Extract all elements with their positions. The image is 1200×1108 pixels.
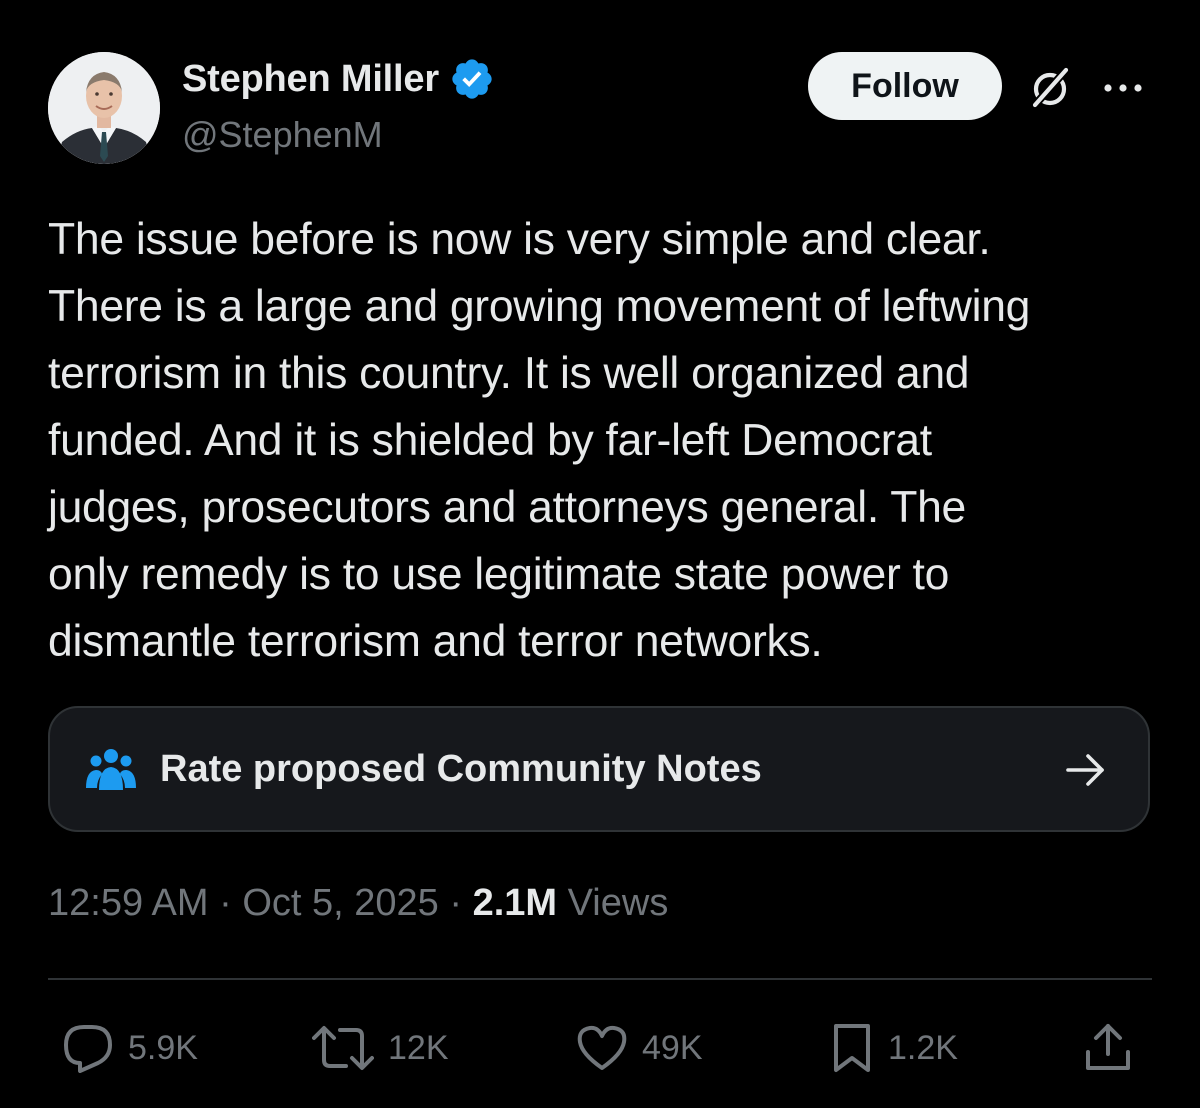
like-button[interactable]: 49K: [576, 1022, 703, 1074]
more-icon[interactable]: [1100, 78, 1146, 98]
tweet-text-line: terrorism in this country. It is well or…: [48, 349, 970, 398]
views-label: Views: [567, 882, 669, 924]
retweet-icon: [312, 1026, 374, 1070]
follow-button[interactable]: Follow: [808, 52, 1002, 120]
bookmark-count: 1.2K: [888, 1028, 958, 1067]
verified-badge-icon: [452, 59, 492, 99]
retweet-button[interactable]: 12K: [312, 1022, 449, 1074]
tweet: Stephen Miller @StephenM Follow The issu…: [0, 0, 1200, 1108]
tweet-text-line: There is a large and growing movement of…: [48, 282, 1031, 331]
tweet-text-line: judges, prosecutors and attorneys genera…: [48, 483, 966, 532]
views-count: 2.1M: [472, 882, 558, 924]
tweet-text-line: only remedy is to use legitimate state p…: [48, 550, 950, 599]
share-icon[interactable]: [1084, 1022, 1132, 1072]
author-display-name[interactable]: Stephen Miller: [182, 58, 439, 101]
tweet-text-line: dismantle terrorism and terror networks.: [48, 617, 823, 666]
bookmark-button[interactable]: 1.2K: [830, 1022, 958, 1074]
like-count: 49K: [642, 1028, 703, 1067]
meta-separator: ·: [219, 882, 232, 924]
reply-icon: [64, 1025, 112, 1073]
community-notes-button[interactable]: Rate proposed Community Notes: [48, 706, 1150, 832]
avatar-image: [48, 52, 160, 164]
tweet-text-line: funded. And it is shielded by far-left D…: [48, 416, 932, 465]
tweet-time[interactable]: 12:59 AM: [48, 882, 209, 924]
avatar[interactable]: [48, 52, 160, 164]
grok-icon[interactable]: [1026, 64, 1074, 112]
divider: [48, 978, 1152, 980]
reply-count: 5.9K: [128, 1028, 198, 1067]
tweet-date[interactable]: Oct 5, 2025: [242, 882, 438, 924]
author-name-row[interactable]: Stephen Miller: [182, 56, 495, 102]
tweet-text: The issue before is now is very simple a…: [48, 206, 1158, 675]
tweet-meta: 12:59 AM · Oct 5, 2025 · 2.1M Views: [48, 882, 668, 925]
bookmark-icon: [834, 1024, 870, 1072]
retweet-count: 12K: [388, 1028, 449, 1067]
tweet-text-line: The issue before is now is very simple a…: [48, 215, 991, 264]
author-handle[interactable]: @StephenM: [182, 114, 383, 156]
community-notes-label: Rate proposed Community Notes: [160, 748, 762, 790]
arrow-right-icon: [1066, 754, 1104, 786]
meta-separator: ·: [449, 882, 463, 924]
heart-icon: [577, 1025, 627, 1070]
reply-button[interactable]: 5.9K: [62, 1022, 198, 1074]
people-icon: [86, 749, 136, 790]
